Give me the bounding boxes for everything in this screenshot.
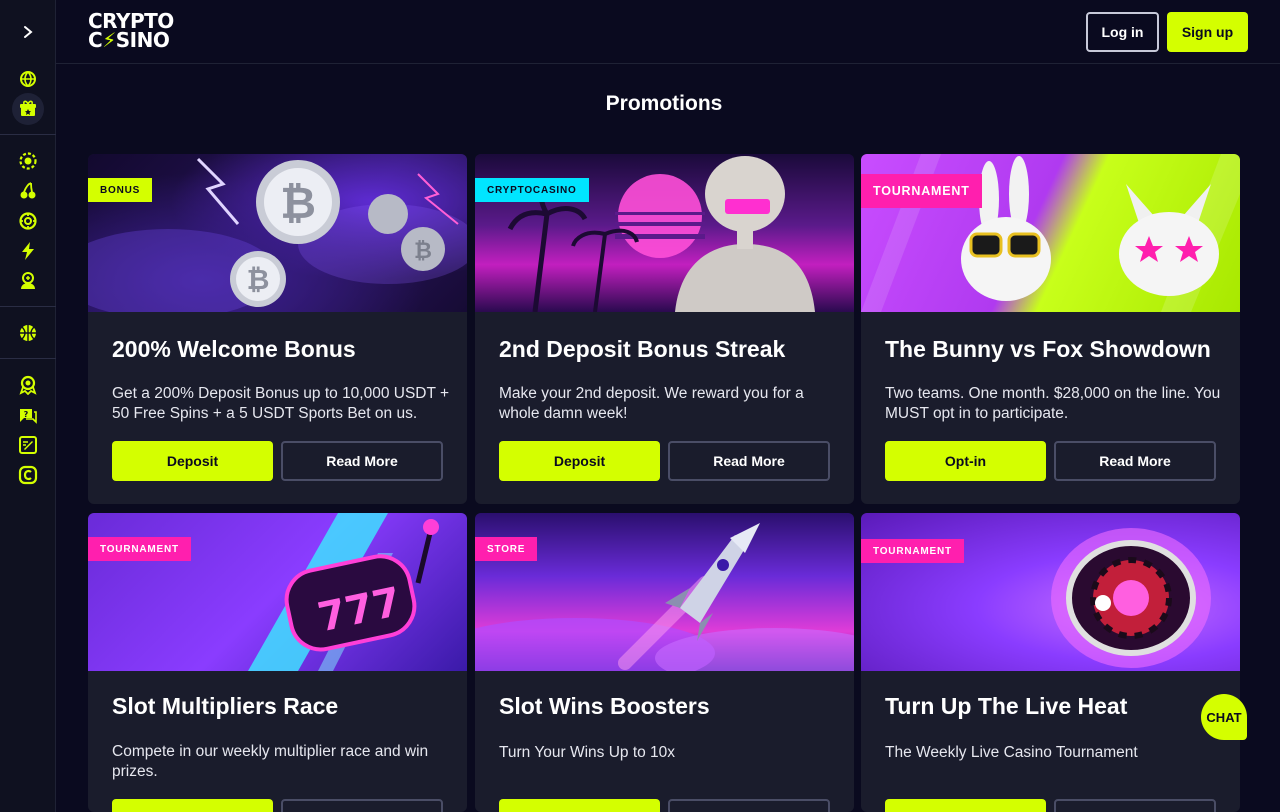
svg-text:₿: ₿	[247, 263, 270, 296]
svg-text:?: ?	[24, 410, 29, 419]
promo-tag: BONUS	[88, 178, 153, 202]
lightning-icon[interactable]	[16, 239, 40, 263]
promo-card: TOURNAMENT The Bunny vs Fox Showdown Two…	[861, 154, 1240, 504]
promo-description: Two teams. One month. $28,000 on the lin…	[885, 385, 1221, 422]
chat-button[interactable]: CHAT	[1201, 694, 1247, 740]
primary-button[interactable]	[499, 799, 660, 812]
logo-line-2: C⚡SINO	[88, 28, 170, 52]
globe-icon[interactable]	[16, 67, 40, 91]
primary-button[interactable]	[885, 799, 1046, 812]
svg-text:₿: ₿	[414, 239, 432, 264]
page-title: Promotions	[605, 92, 723, 115]
promo-tag: TOURNAMENT	[88, 537, 191, 561]
basketball-icon[interactable]	[16, 321, 40, 345]
cherries-icon[interactable]	[16, 179, 40, 203]
logo[interactable]: CRYPTO C⚡SINO	[88, 11, 178, 52]
secondary-button[interactable]	[1054, 799, 1216, 812]
promo-image-bitcoin[interactable]: ₿ ₿ ₿ BONUS	[88, 154, 467, 312]
login-button[interactable]: Log in	[1086, 12, 1159, 52]
promo-card: CRYPTOCASINO 2nd Deposit Bonus Streak Ma…	[475, 154, 854, 504]
coin-icon[interactable]	[16, 463, 40, 487]
promo-title: Slot Wins Boosters	[499, 693, 710, 719]
promo-image-rocket[interactable]: STORE	[475, 513, 854, 671]
secondary-button[interactable]	[668, 799, 830, 812]
promo-tag: CRYPTOCASINO	[475, 178, 589, 202]
gift-icon[interactable]	[16, 97, 40, 121]
signup-button[interactable]: Sign up	[1167, 12, 1248, 52]
sidebar-divider	[0, 358, 56, 359]
promo-description: Turn Your Wins Up to 10x	[499, 744, 676, 761]
promo-title: 200% Welcome Bonus	[112, 336, 356, 362]
promo-card: 777 TOURNAMENT Slot Multipliers Race Com…	[88, 513, 467, 812]
promo-card: ₿ ₿ ₿ BONUS 200% Welcome Bonus Get a 200…	[88, 154, 467, 504]
sidebar: ?	[0, 0, 56, 812]
promo-title: Turn Up The Live Heat	[885, 693, 1128, 719]
top-header: CRYPTO C⚡SINO Log in Sign up	[56, 0, 1280, 64]
promo-title: The Bunny vs Fox Showdown	[885, 336, 1211, 362]
svg-text:₿: ₿	[280, 178, 316, 229]
promo-description: Get a 200% Deposit Bonus up to 10,000 US…	[112, 385, 450, 422]
promo-description: Make your 2nd deposit. We reward you for…	[499, 385, 804, 422]
dealer-icon[interactable]	[16, 269, 40, 293]
promo-image-slot-machine[interactable]: 777 TOURNAMENT	[88, 513, 467, 671]
promo-image-roulette[interactable]: TOURNAMENT	[861, 513, 1240, 671]
promo-title: 2nd Deposit Bonus Streak	[499, 336, 786, 362]
sidebar-divider	[0, 134, 56, 135]
read-more-button[interactable]: Read More	[1054, 441, 1216, 481]
promo-card: STORE Slot Wins Boosters Turn Your Wins …	[475, 513, 854, 812]
primary-button[interactable]	[112, 799, 273, 812]
promo-tag: STORE	[475, 537, 538, 561]
promo-title: Slot Multipliers Race	[112, 693, 339, 719]
promo-tag: TOURNAMENT	[861, 174, 982, 208]
logo-bolt-icon: ⚡	[102, 28, 116, 52]
opt-in-button[interactable]: Opt-in	[885, 441, 1046, 481]
promo-card: TOURNAMENT Turn Up The Live Heat The Wee…	[861, 513, 1240, 812]
read-more-button[interactable]: Read More	[281, 441, 443, 481]
promo-image-bunny-fox[interactable]: TOURNAMENT	[861, 154, 1240, 312]
sidebar-divider	[0, 306, 56, 307]
roulette-icon[interactable]	[16, 209, 40, 233]
chevron-right-icon[interactable]	[14, 18, 42, 46]
deposit-button[interactable]: Deposit	[499, 441, 660, 481]
casino-chip-icon[interactable]	[16, 149, 40, 173]
support-icon[interactable]: ?	[16, 403, 40, 427]
secondary-button[interactable]	[281, 799, 443, 812]
deposit-button[interactable]: Deposit	[112, 441, 273, 481]
promo-description: Compete in our weekly multiplier race an…	[112, 743, 429, 780]
promo-image-synthwave[interactable]: CRYPTOCASINO	[475, 154, 854, 312]
blog-icon[interactable]	[16, 433, 40, 457]
promo-description: The Weekly Live Casino Tournament	[885, 744, 1138, 761]
read-more-button[interactable]: Read More	[668, 441, 830, 481]
promo-tag: TOURNAMENT	[861, 539, 964, 563]
vip-icon[interactable]	[16, 373, 40, 397]
